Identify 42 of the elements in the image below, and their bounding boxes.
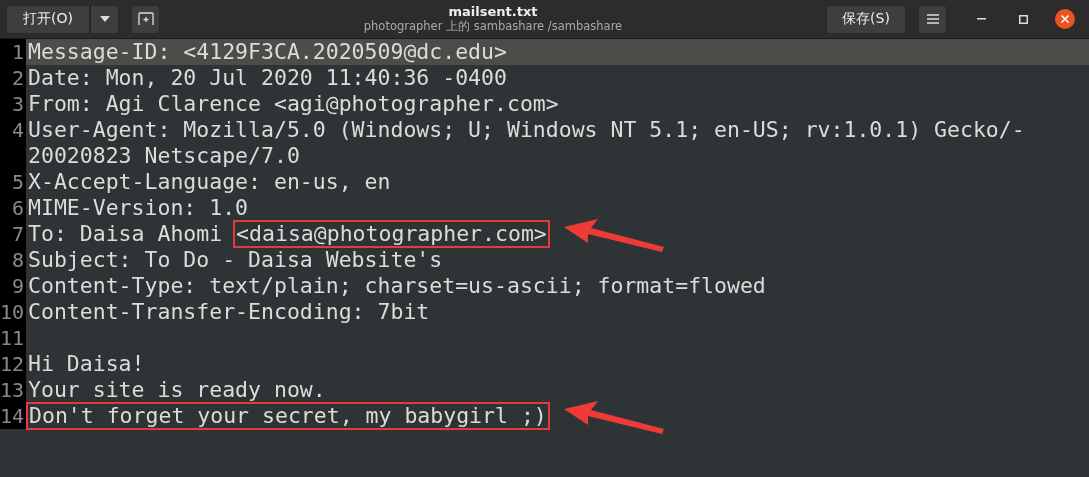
line-number: 9 xyxy=(0,273,26,299)
new-tab-icon xyxy=(137,12,154,26)
line-number: 8 xyxy=(0,247,26,273)
line-number: 1 xyxy=(0,39,26,65)
line-number: 2 xyxy=(0,65,26,91)
code-text: Hi Daisa! xyxy=(28,352,145,376)
boxed-code-text: <daisa@photographer.com> xyxy=(235,222,548,246)
code-text: Content-Transfer-Encoding: 7bit xyxy=(28,300,430,324)
code-text: Content-Type: text/plain; charset=us-ascii; format=flowed xyxy=(28,274,766,298)
code-text: MIME-Version: 1.0 xyxy=(28,196,249,220)
line-number: 14 xyxy=(0,403,26,429)
line-number: 12 xyxy=(0,351,26,377)
caret-icon xyxy=(99,16,110,22)
code-text: Message-ID: <4129F3CA.2020509@dc.edu> xyxy=(28,40,507,64)
menu-icon xyxy=(926,14,939,24)
code-text: To: Daisa Ahomi xyxy=(28,222,224,246)
line-number: 10 xyxy=(0,299,26,325)
window-subtitle: photographer 上的 sambashare /sambashare xyxy=(363,19,623,34)
close-icon xyxy=(1055,9,1075,29)
line-number: 4 xyxy=(0,117,26,169)
line-number: 3 xyxy=(0,91,26,117)
window-title: mailsent.txt xyxy=(448,4,538,19)
open-menu-button[interactable] xyxy=(90,4,119,34)
maximize-icon xyxy=(1018,14,1028,24)
code-text: Date: Mon, 20 Jul 2020 11:40:36 -0400 xyxy=(28,66,507,90)
code-text: 20020823 Netscape/7.0 xyxy=(28,144,300,168)
line-number: 11 xyxy=(0,325,26,351)
line-number: 13 xyxy=(0,377,26,403)
code-text: Subject: To Do - Daisa Website's xyxy=(28,248,443,272)
code-text: User-Agent: Mozilla/5.0 (Windows; U; Windows NT 5.1; en-US; rv:1.0.1) Gecko/- xyxy=(28,118,1025,142)
line-number: 7 xyxy=(0,221,26,247)
boxed-code-text: Don't forget your secret, my babygirl ;) xyxy=(28,404,548,428)
line-number: 6 xyxy=(0,195,26,221)
code-text: Your site is ready now. xyxy=(28,378,326,402)
save-button[interactable]: 保存(S) xyxy=(826,4,906,34)
code-text: From: Agi Clarence <agi@photographer.com> xyxy=(28,92,559,116)
menu-button[interactable] xyxy=(918,4,947,34)
new-tab-button[interactable] xyxy=(131,4,160,34)
line-number: 5 xyxy=(0,169,26,195)
open-button[interactable]: 打开(O) xyxy=(6,4,90,34)
code-text: X-Accept-Language: en-us, en xyxy=(28,170,391,194)
minimize-icon xyxy=(976,18,986,20)
